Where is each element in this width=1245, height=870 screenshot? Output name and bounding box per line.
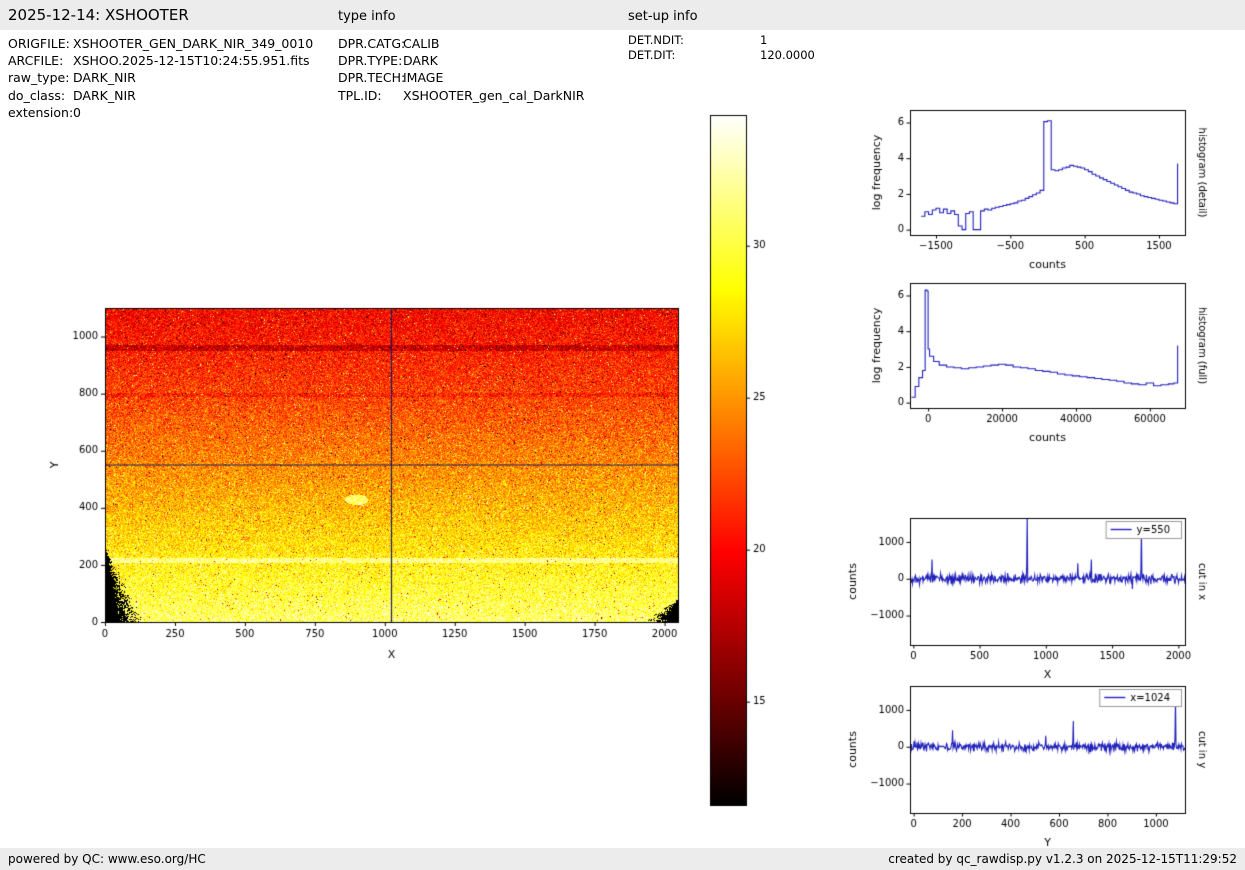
meta-value: XSHOOTER_gen_cal_DarkNIR xyxy=(403,87,584,104)
footer-bar: powered by QC: www.eso.org/HC created by… xyxy=(0,848,1245,870)
meta-value: XSHOO.2025-12-15T10:24:55.951.fits xyxy=(73,52,310,69)
meta-row-dprcatg: DPR.CATG:CALIB xyxy=(338,35,584,52)
footer-credit-right: created by qc_rawdisp.py v1.2.3 on 2025-… xyxy=(888,852,1237,866)
colorbar-canvas xyxy=(700,108,790,818)
qc-rawdisp-page: 2025-12-14: XSHOOTER type info set-up in… xyxy=(0,0,1245,870)
meta-value: CALIB xyxy=(403,35,440,52)
file-info-block: ORIGFILE:XSHOOTER_GEN_DARK_NIR_349_0010 … xyxy=(8,35,313,121)
meta-row-dit: DET.DIT:120.0000 xyxy=(628,48,815,63)
meta-value: DARK xyxy=(403,52,438,69)
meta-row-arcfile: ARCFILE:XSHOO.2025-12-15T10:24:55.951.fi… xyxy=(8,52,313,69)
meta-label: DPR.TYPE: xyxy=(338,52,403,69)
cut-in-x-canvas xyxy=(840,508,1240,688)
meta-row-extension: extension:0 xyxy=(8,104,313,121)
type-info-heading: type info xyxy=(338,9,396,24)
meta-value: XSHOOTER_GEN_DARK_NIR_349_0010 xyxy=(73,35,313,52)
meta-label: raw_type: xyxy=(8,69,73,86)
detector-image-canvas xyxy=(40,290,740,680)
meta-value: 1 xyxy=(760,33,767,48)
meta-value: DARK_NIR xyxy=(73,87,136,104)
setup-info-heading: set-up info xyxy=(628,9,698,24)
meta-value: 120.0000 xyxy=(760,48,815,63)
meta-row-dprtech: DPR.TECH:IMAGE xyxy=(338,69,584,86)
type-info-block: DPR.CATG:CALIB DPR.TYPE:DARK DPR.TECH:IM… xyxy=(338,35,584,104)
meta-row-ndit: DET.NDIT:1 xyxy=(628,33,815,48)
meta-row-rawtype: raw_type:DARK_NIR xyxy=(8,69,313,86)
meta-value: DARK_NIR xyxy=(73,69,136,86)
meta-label: DET.DIT: xyxy=(628,48,760,63)
meta-label: DPR.CATG: xyxy=(338,35,403,52)
meta-row-origfile: ORIGFILE:XSHOOTER_GEN_DARK_NIR_349_0010 xyxy=(8,35,313,52)
meta-label: DET.NDIT: xyxy=(628,33,760,48)
footer-credit-left: powered by QC: www.eso.org/HC xyxy=(8,852,206,866)
page-title: 2025-12-14: XSHOOTER xyxy=(8,6,189,24)
meta-row-dprtype: DPR.TYPE:DARK xyxy=(338,52,584,69)
header-bar: 2025-12-14: XSHOOTER type info set-up in… xyxy=(0,0,1245,30)
meta-value: 0 xyxy=(73,104,81,121)
setup-info-block: DET.NDIT:1 DET.DIT:120.0000 xyxy=(628,33,815,62)
cut-in-y-canvas xyxy=(840,676,1240,856)
meta-label: ARCFILE: xyxy=(8,52,73,69)
meta-label: ORIGFILE: xyxy=(8,35,73,52)
meta-label: do_class: xyxy=(8,87,73,104)
histogram-detail-canvas xyxy=(840,100,1240,280)
histogram-full-canvas xyxy=(840,273,1240,453)
meta-label: TPL.ID: xyxy=(338,87,403,104)
meta-row-tplid: TPL.ID:XSHOOTER_gen_cal_DarkNIR xyxy=(338,87,584,104)
meta-label: extension: xyxy=(8,104,73,121)
meta-label: DPR.TECH: xyxy=(338,69,403,86)
meta-value: IMAGE xyxy=(403,69,443,86)
meta-row-doclass: do_class:DARK_NIR xyxy=(8,87,313,104)
